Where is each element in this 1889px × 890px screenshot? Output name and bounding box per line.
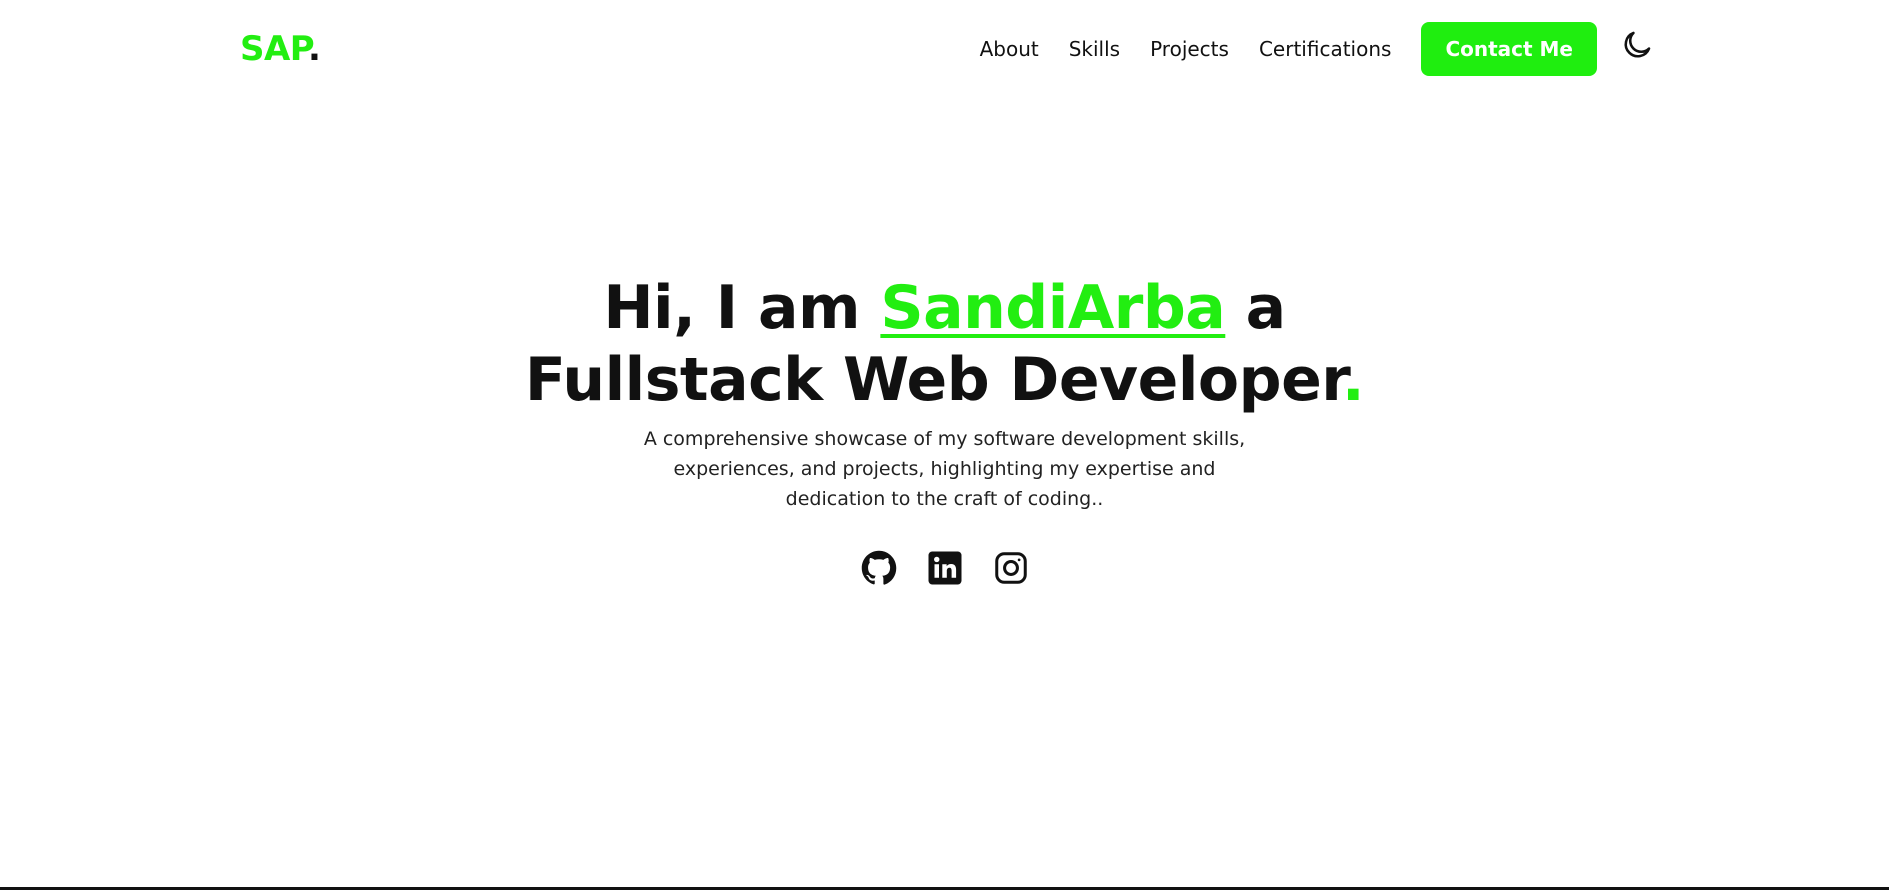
nav-link-projects[interactable]: Projects <box>1150 22 1229 76</box>
instagram-icon[interactable] <box>993 550 1029 586</box>
moon-icon[interactable] <box>1620 28 1654 62</box>
page: SAP. About Skills Projects Certification… <box>0 0 1889 890</box>
hero-section: Hi, I am SandiArba a Fullstack Web Devel… <box>0 272 1889 586</box>
logo-dot: . <box>307 29 321 69</box>
nav-link-skills[interactable]: Skills <box>1069 22 1120 76</box>
nav-link-about[interactable]: About <box>980 22 1039 76</box>
hero-name-link[interactable]: SandiArba <box>880 273 1225 343</box>
hero-title-dot: . <box>1341 345 1365 415</box>
github-icon[interactable] <box>861 550 897 586</box>
hero-title-prefix: Hi, I am <box>603 273 881 343</box>
logo[interactable]: SAP. <box>240 26 321 72</box>
hero-description: A comprehensive showcase of my software … <box>643 428 1246 510</box>
hero-title-suffix: a <box>1225 273 1287 343</box>
contact-me-button[interactable]: Contact Me <box>1421 22 1597 76</box>
nav-link-certifications[interactable]: Certifications <box>1259 22 1391 76</box>
hero-title: Hi, I am SandiArba a Fullstack Web Devel… <box>0 272 1889 416</box>
logo-text: SAP <box>240 29 308 69</box>
hero-title-role: Fullstack Web Developer <box>524 345 1342 415</box>
main-nav: About Skills Projects Certifications Con… <box>980 22 1597 76</box>
linkedin-icon[interactable] <box>927 550 963 586</box>
social-links <box>0 550 1889 586</box>
